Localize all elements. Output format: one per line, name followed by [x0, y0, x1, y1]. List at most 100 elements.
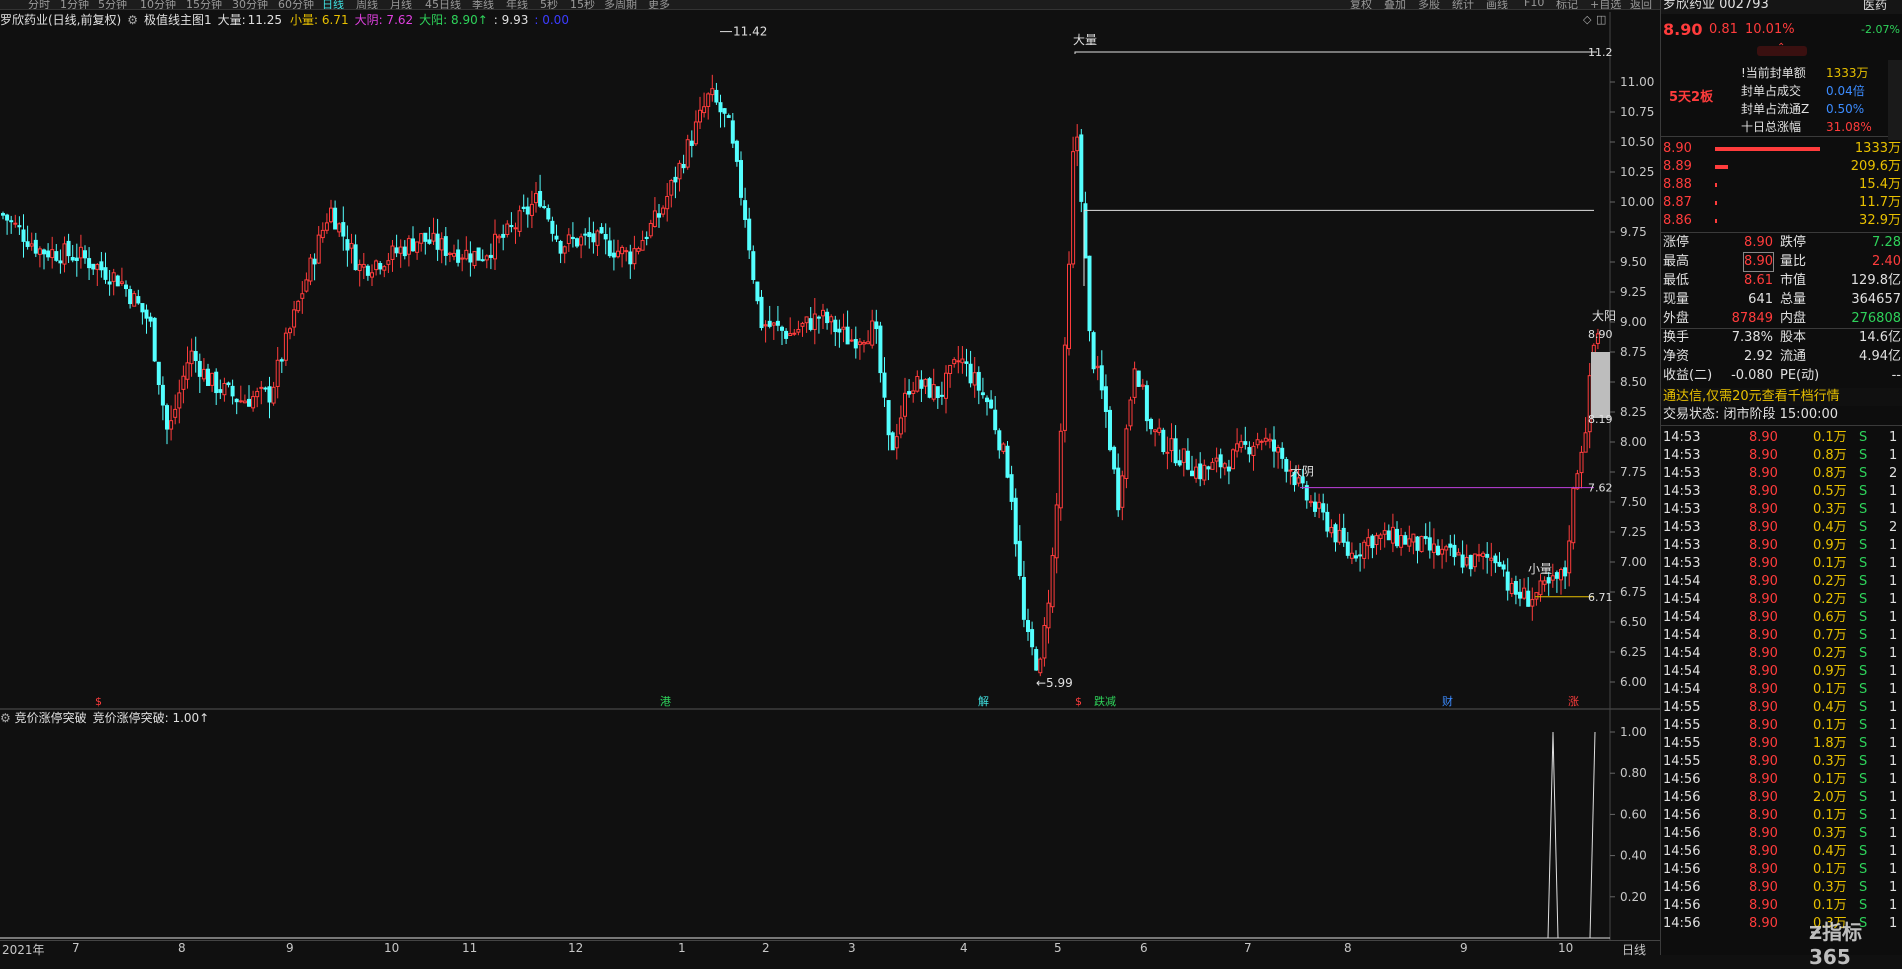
tick-row: 14:53 8.90 0.5万 S 1 — [1661, 483, 1902, 500]
kline-chart[interactable]: 11.00 10.75 10.50 10.25 10.00 9.75 9.50 9.25 9.0… — [0, 0, 1660, 940]
industry-tag[interactable]: 医药 — [1863, 0, 1887, 14]
candle-body-16 — [66, 240, 71, 257]
bid-row[interactable]: 8.90 1333万 — [1661, 140, 1902, 158]
tick-price: 8.90 — [1749, 700, 1778, 715]
candle-body-265 — [1087, 255, 1092, 332]
side-scrollbar[interactable] — [1888, 60, 1902, 140]
tick-count: 1 — [1889, 628, 1898, 643]
candle-body-76 — [312, 258, 317, 265]
candle-body-350 — [1436, 545, 1440, 556]
candle-body-46 — [189, 350, 194, 365]
seal-value: 1333万 — [1826, 66, 1869, 80]
notice-text[interactable]: 通达信,仅需20元查看千档行情 — [1663, 388, 1840, 406]
candle-body-123 — [505, 223, 510, 235]
candle-body-96 — [394, 247, 399, 254]
tick-price: 8.90 — [1749, 754, 1778, 769]
bid-price: 8.89 — [1663, 159, 1692, 174]
tick-volume: 0.2万 — [1813, 646, 1847, 661]
bid-row[interactable]: 8.86 32.9万 — [1661, 212, 1902, 230]
stat-label-2: 内盘 — [1780, 311, 1807, 326]
tick-volume: 0.1万 — [1813, 898, 1847, 913]
candle-body-243 — [997, 430, 1002, 451]
tick-side: S — [1859, 448, 1868, 463]
indicator-name[interactable]: 极值线主图1 — [144, 13, 212, 27]
candle-body-278 — [1140, 384, 1145, 387]
candle-body-14 — [58, 260, 63, 264]
candle-body-137 — [562, 246, 567, 254]
tick-price: 8.90 — [1749, 718, 1778, 733]
candle-body-186 — [763, 324, 768, 327]
tick-time: 14:56 — [1663, 916, 1701, 931]
seal-row: 十日总涨幅 31.08% — [1661, 118, 1902, 136]
quote-title: 罗欣药业 002793 — [1663, 0, 1769, 12]
collapse-handle[interactable]: ⌃ — [1757, 42, 1807, 56]
stat-label: 现量 — [1663, 292, 1690, 307]
watermark-logo: Ƶ指标365 — [1809, 920, 1863, 969]
stat-value-2: 276808 — [1851, 311, 1901, 326]
tick-volume: 0.3万 — [1813, 880, 1847, 895]
candle-body-114 — [468, 253, 473, 263]
bid-volume: 1333万 — [1854, 141, 1901, 156]
candle-body-70 — [288, 328, 292, 334]
candle-body-138 — [566, 234, 571, 245]
candle-body-216 — [886, 400, 891, 436]
tick-price: 8.90 — [1749, 664, 1778, 679]
candle-body-4 — [17, 225, 22, 228]
tick-count: 1 — [1889, 574, 1898, 589]
candle-body-17 — [70, 257, 75, 261]
level-dayang-label: 8.90 — [1588, 328, 1613, 341]
tick-count: 1 — [1889, 826, 1898, 841]
candle-body-214 — [878, 325, 883, 374]
tick-time: 14:53 — [1663, 538, 1701, 553]
candle-body-270 — [1108, 409, 1112, 451]
lower-gear-icon[interactable]: ⚙ — [0, 711, 15, 725]
tick-volume: 2.0万 — [1813, 790, 1847, 805]
candle-body-107 — [439, 238, 444, 251]
candle-body-336 — [1378, 534, 1383, 539]
candle-body-277 — [1136, 370, 1141, 387]
candle-body-155 — [636, 248, 641, 252]
tick-side: S — [1859, 718, 1868, 733]
bid-row[interactable]: 8.88 15.4万 — [1661, 176, 1902, 194]
candle-body-319 — [1308, 500, 1313, 504]
candle-body-224 — [919, 379, 924, 389]
notice-row[interactable]: 通达信,仅需20元查看千档行情 — [1661, 388, 1902, 406]
stat-label-2: 总量 — [1780, 292, 1807, 307]
tick-count: 1 — [1889, 898, 1898, 913]
candle-body-89 — [365, 265, 370, 276]
stock-name-label[interactable]: 罗欣药业(日线,前复权) — [0, 13, 121, 27]
candle-body-327 — [1341, 527, 1346, 543]
tick-volume: 0.1万 — [1813, 862, 1847, 877]
tick-time: 14:53 — [1663, 556, 1701, 571]
bid-row[interactable]: 8.89 209.6万 — [1661, 158, 1902, 176]
event-marker-6: 涨 — [1568, 695, 1579, 708]
tick-count: 1 — [1889, 448, 1898, 463]
candle-body-55 — [226, 382, 231, 386]
tick-time: 14:53 — [1663, 520, 1701, 535]
candle-body-51 — [210, 372, 215, 386]
bid-row[interactable]: 8.87 11.7万 — [1661, 194, 1902, 212]
candle-body-307 — [1259, 440, 1264, 443]
tick-volume: 0.1万 — [1813, 682, 1847, 697]
tick-side: S — [1859, 664, 1868, 679]
candle-body-331 — [1358, 554, 1363, 557]
candle-body-11 — [46, 250, 51, 258]
candle-body-282 — [1157, 427, 1162, 433]
candle-body-72 — [296, 300, 301, 312]
tick-price: 8.90 — [1749, 808, 1778, 823]
candle-body-2 — [9, 220, 14, 223]
candle-body-356 — [1460, 554, 1465, 568]
candle-body-154 — [632, 248, 637, 265]
candle-body-59 — [242, 400, 247, 404]
date-tick-16: 10 — [1558, 941, 1574, 955]
candle-body-68 — [279, 359, 284, 362]
tick-time: 14:56 — [1663, 898, 1701, 913]
seal-label: 十日总涨幅 — [1741, 120, 1802, 134]
tick-price: 8.90 — [1749, 610, 1778, 625]
indicator-gear-icon[interactable]: ⚙ — [127, 13, 138, 27]
candle-body-78 — [320, 229, 325, 239]
daliang-line — [1074, 51, 1597, 54]
lower-indicator-name[interactable]: 竞价涨停突破 — [15, 711, 87, 725]
candle-body-15 — [62, 243, 67, 265]
tick-count: 1 — [1889, 700, 1898, 715]
